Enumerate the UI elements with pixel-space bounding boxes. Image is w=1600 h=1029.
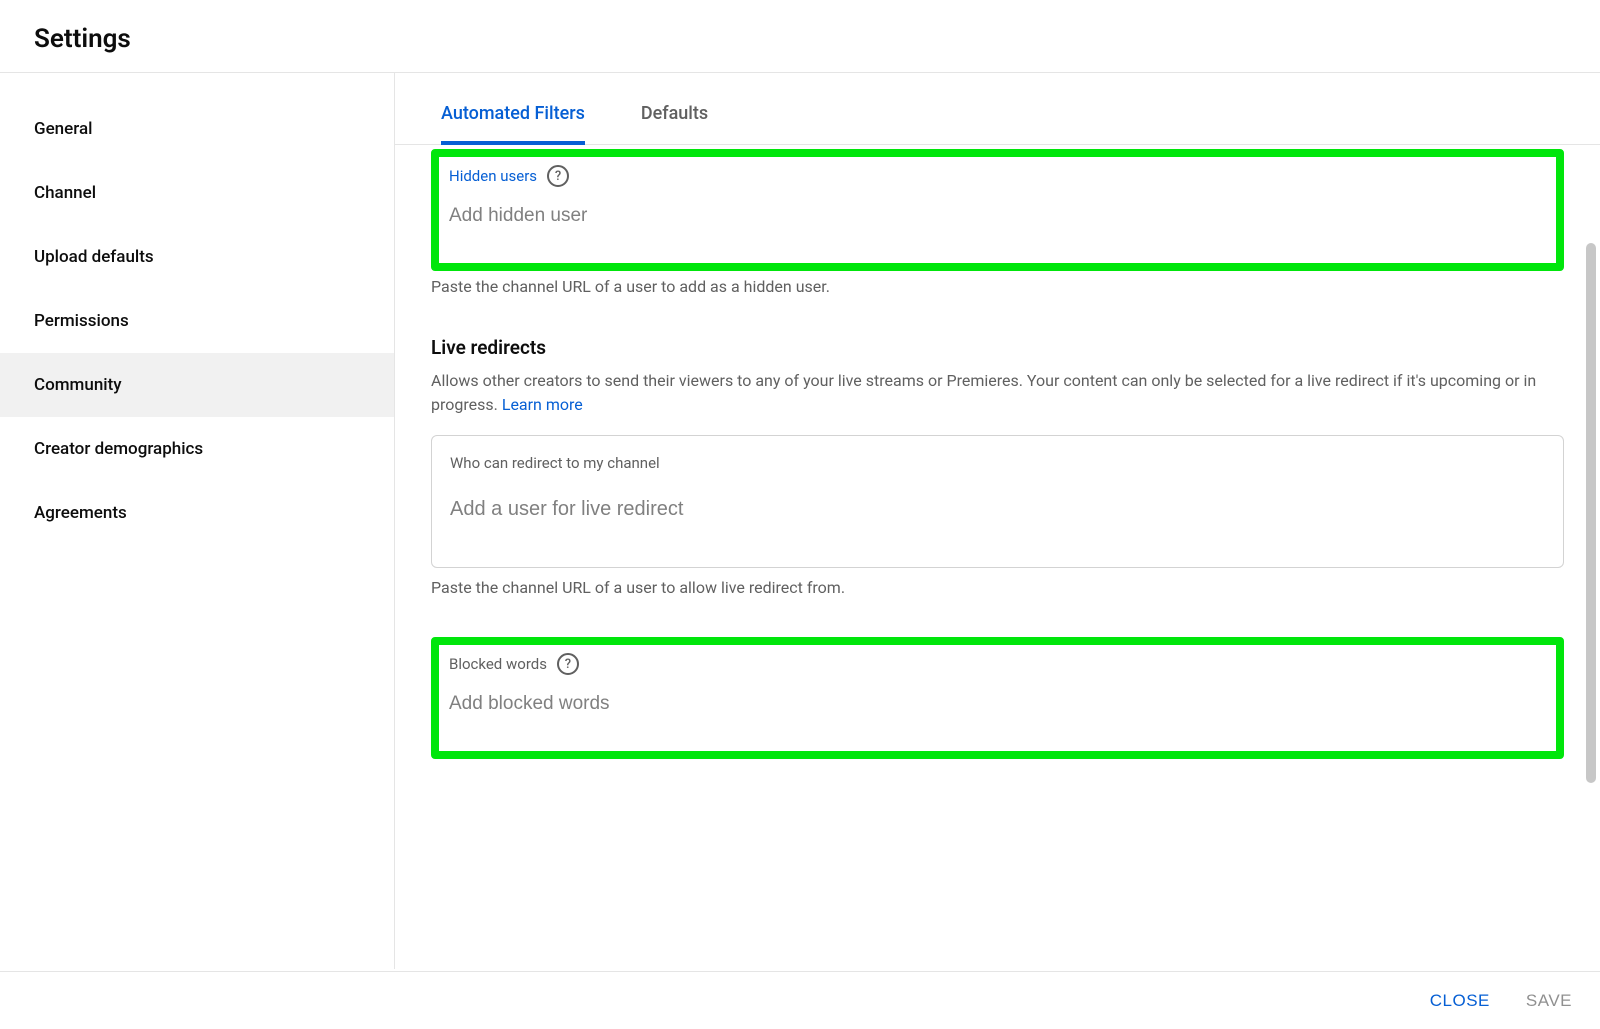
hidden-users-field: Hidden users ? <box>431 149 1564 271</box>
sidebar-item-label: Channel <box>34 183 96 203</box>
sidebar-item-label: General <box>34 119 92 139</box>
learn-more-link[interactable]: Learn more <box>502 395 583 414</box>
label-text: Hidden users <box>449 167 537 185</box>
sidebar-item-label: Creator demographics <box>34 439 203 459</box>
blocked-words-field: Blocked words ? <box>431 637 1564 759</box>
scrollbar-thumb[interactable] <box>1586 243 1596 783</box>
sidebar-item-label: Upload defaults <box>34 247 154 267</box>
dialog-body: General Channel Upload defaults Permissi… <box>0 73 1600 969</box>
sidebar-item-channel[interactable]: Channel <box>0 161 394 225</box>
description-text: Allows other creators to send their view… <box>431 371 1536 414</box>
dialog-header: Settings <box>0 0 1600 73</box>
sidebar-item-agreements[interactable]: Agreements <box>0 481 394 545</box>
hidden-users-label: Hidden users ? <box>449 165 1546 187</box>
hidden-users-input[interactable] <box>449 205 1546 227</box>
live-redirect-label: Who can redirect to my channel <box>450 454 1545 472</box>
blocked-words-label: Blocked words ? <box>449 653 1546 675</box>
tab-automated-filters[interactable]: Automated Filters <box>441 103 585 144</box>
close-button[interactable]: CLOSE <box>1430 991 1490 1011</box>
dialog-footer: CLOSE SAVE <box>0 971 1600 1029</box>
tab-label: Defaults <box>641 103 708 124</box>
tab-label: Automated Filters <box>441 103 585 124</box>
blocked-words-input[interactable] <box>449 693 1546 715</box>
help-icon[interactable]: ? <box>557 653 579 675</box>
live-redirect-input[interactable] <box>450 498 1545 521</box>
live-redirect-helper: Paste the channel URL of a user to allow… <box>431 578 1564 597</box>
help-icon[interactable]: ? <box>547 165 569 187</box>
sidebar-item-community[interactable]: Community <box>0 353 394 417</box>
tab-defaults[interactable]: Defaults <box>641 103 708 144</box>
sidebar-item-label: Permissions <box>34 311 129 331</box>
save-button[interactable]: SAVE <box>1526 991 1572 1011</box>
sidebar-item-creator-demographics[interactable]: Creator demographics <box>0 417 394 481</box>
live-redirects-description: Allows other creators to send their view… <box>431 369 1564 417</box>
content-scroll[interactable]: Hidden users ? Paste the channel URL of … <box>395 145 1600 969</box>
scrollbar[interactable] <box>1586 243 1596 783</box>
sidebar-item-label: Community <box>34 375 122 395</box>
sidebar-item-label: Agreements <box>34 503 127 523</box>
sidebar-item-general[interactable]: General <box>0 97 394 161</box>
tabs: Automated Filters Defaults <box>395 73 1600 145</box>
main-panel: Automated Filters Defaults Hidden users … <box>395 73 1600 969</box>
live-redirect-field: Who can redirect to my channel <box>431 435 1564 568</box>
sidebar-item-upload-defaults[interactable]: Upload defaults <box>0 225 394 289</box>
settings-sidebar: General Channel Upload defaults Permissi… <box>0 73 395 969</box>
sidebar-item-permissions[interactable]: Permissions <box>0 289 394 353</box>
hidden-users-helper: Paste the channel URL of a user to add a… <box>431 277 1564 296</box>
page-title: Settings <box>34 24 1566 54</box>
label-text: Blocked words <box>449 655 547 673</box>
live-redirects-title: Live redirects <box>431 336 1564 359</box>
